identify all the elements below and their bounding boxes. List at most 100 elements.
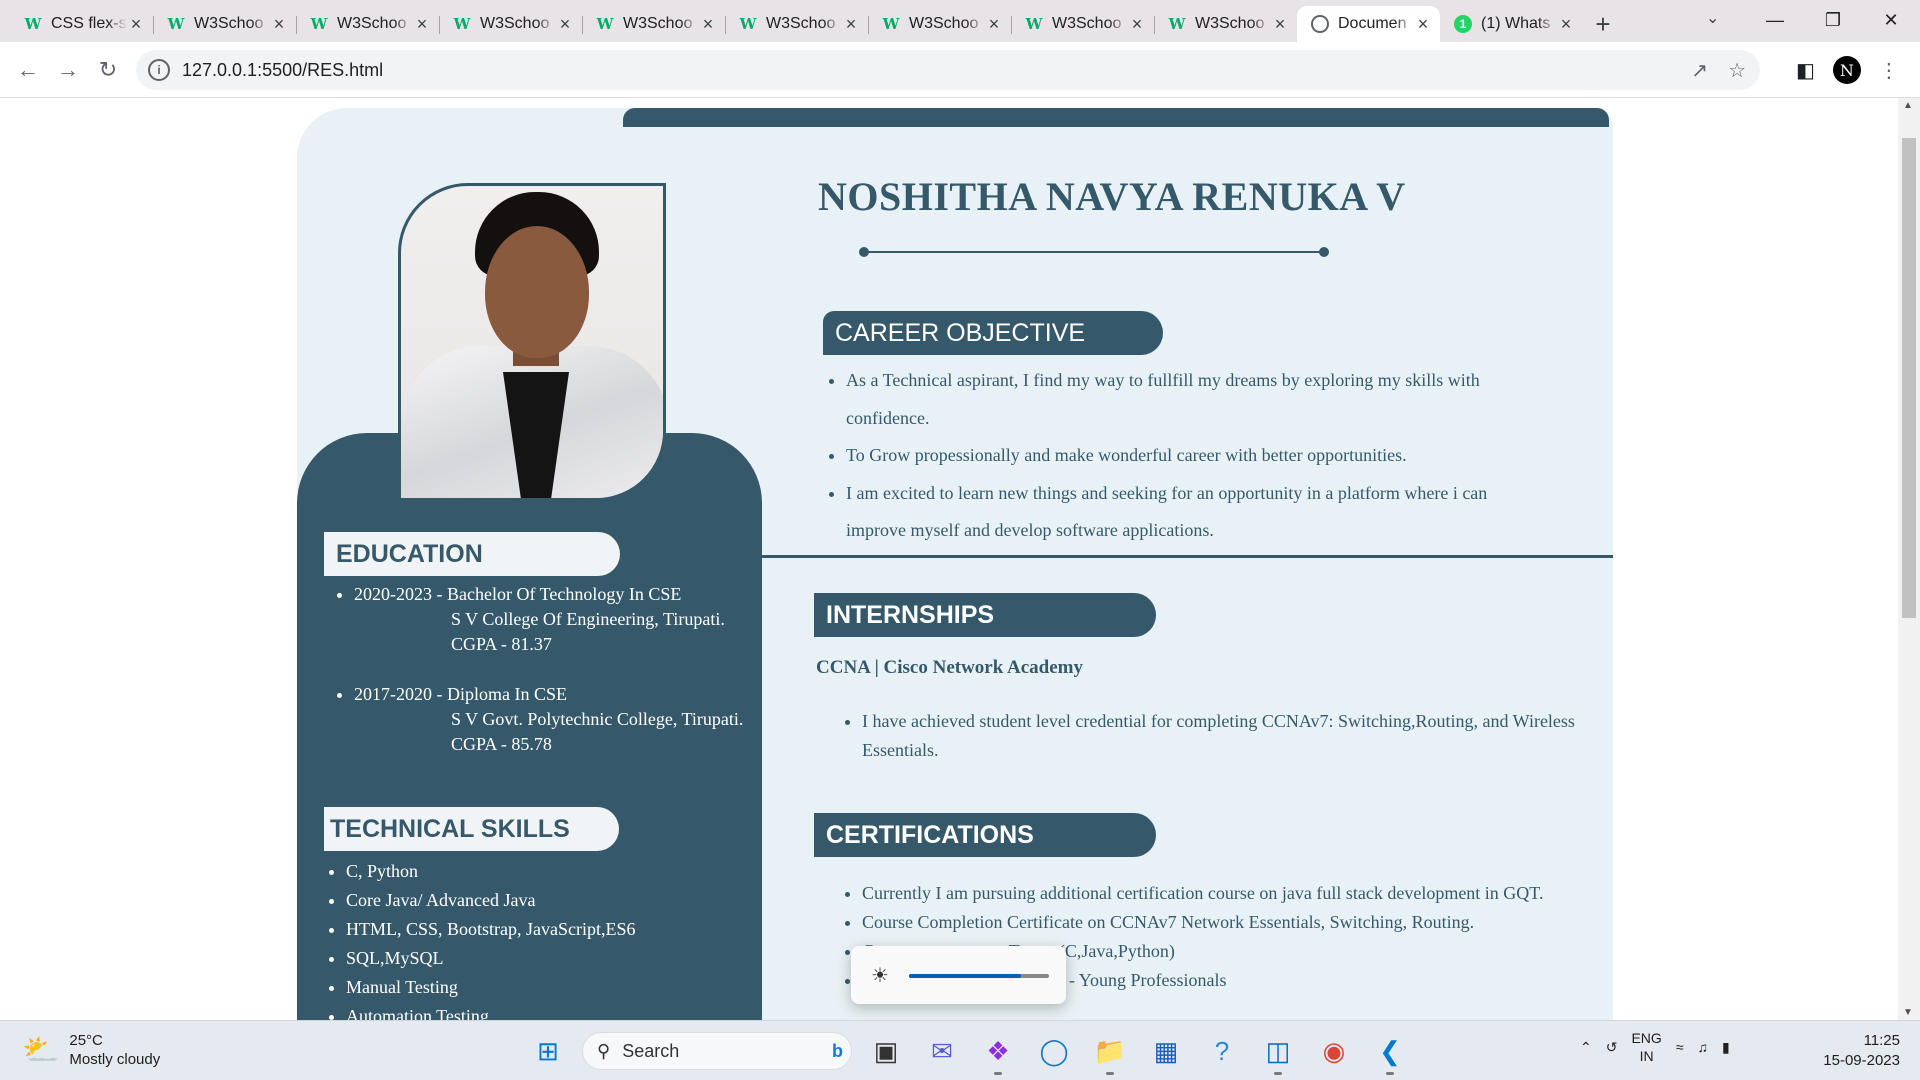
tab-title: W3Schoo (1052, 15, 1122, 32)
sync-icon[interactable]: ↺ (1606, 1039, 1618, 1056)
share-icon[interactable]: ↗ (1691, 58, 1708, 83)
close-tab-icon[interactable]: × (699, 14, 717, 35)
close-tab-icon[interactable]: × (1414, 14, 1432, 35)
browser-tab[interactable]: W W3Schoo × (725, 6, 868, 42)
career-objective-list: As a Technical aspirant, I find my way t… (824, 362, 1544, 550)
close-tab-icon[interactable]: × (270, 14, 288, 35)
partly-cloudy-icon: ⛅ (22, 1033, 60, 1067)
chrome-icon[interactable]: ◉ (1312, 1029, 1356, 1073)
close-tab-icon[interactable]: × (413, 14, 431, 35)
browser-tab[interactable]: W W3Schoo × (153, 6, 296, 42)
close-tab-icon[interactable]: × (1128, 14, 1146, 35)
minimize-button[interactable]: — (1746, 10, 1804, 31)
resume-top-bar (623, 108, 1609, 127)
tab-title: CSS flex-s (51, 15, 127, 32)
url-text[interactable]: 127.0.0.1:5500/RES.html (182, 60, 383, 81)
profile-avatar[interactable]: N (1832, 56, 1861, 84)
tab-title: W3Schoo (766, 15, 836, 32)
taskbar-search[interactable]: ⚲ Search b (582, 1032, 852, 1070)
tab-search-icon[interactable]: ⌄ (1706, 8, 1719, 28)
list-item: Manual Testing (346, 973, 724, 1002)
task-view-icon[interactable]: ▣ (864, 1029, 908, 1073)
weather-widget[interactable]: ⛅ 25°C Mostly cloudy (22, 1031, 160, 1069)
microsoft-store-icon[interactable]: ▦ (1144, 1029, 1188, 1073)
w3schools-icon: W (739, 15, 757, 33)
list-item: Automation Testing (346, 1002, 724, 1020)
list-item: 2020-2023 - Bachelor Of Technology In CS… (354, 582, 764, 657)
internships-heading: INTERNSHIPS (814, 593, 1156, 637)
tab-title: W3Schoo (623, 15, 693, 32)
volume-icon[interactable]: ♫ (1698, 1039, 1709, 1055)
weather-desc: Mostly cloudy (69, 1051, 161, 1068)
browser-tab[interactable]: W W3Schoo × (296, 6, 439, 42)
forward-icon[interactable]: → (48, 57, 88, 83)
file-explorer-icon[interactable]: 📁 (1088, 1029, 1132, 1075)
internship-title: CCNA | Cisco Network Academy (816, 657, 1083, 678)
vscode-icon[interactable]: ❮ (1368, 1029, 1412, 1075)
tab-title: W3Schoo (480, 15, 550, 32)
w3schools-icon: W (167, 15, 185, 33)
help-icon[interactable]: ? (1200, 1029, 1244, 1073)
vertical-scrollbar[interactable]: ▲ ▼ (1898, 98, 1920, 1020)
close-tab-icon[interactable]: × (127, 14, 145, 35)
chat-icon[interactable]: ✉ (920, 1029, 964, 1073)
w3schools-icon: W (1025, 15, 1043, 33)
browser-tab[interactable]: Documen × (1297, 6, 1440, 42)
browser-tab[interactable]: W W3Schoo × (439, 6, 582, 42)
start-windows-icon[interactable]: ⊞ (526, 1029, 570, 1073)
tab-title: Documen (1338, 15, 1407, 32)
page-viewport: NOSHITHA NAVYA RENUKA V CAREER OBJECTIVE… (0, 98, 1898, 1020)
close-tab-icon[interactable]: × (842, 14, 860, 35)
close-tab-icon[interactable]: × (985, 14, 1003, 35)
close-tab-icon[interactable]: × (1271, 14, 1289, 35)
site-info-icon[interactable]: i (148, 59, 170, 81)
canva-icon[interactable]: ❖ (976, 1029, 1020, 1075)
w3schools-icon: W (596, 15, 614, 33)
scroll-down-icon[interactable]: ▼ (1903, 1007, 1913, 1018)
browser-tab[interactable]: 1 (1) Whats × (1440, 6, 1583, 42)
browser-tab[interactable]: W W3Schoo × (1011, 6, 1154, 42)
search-icon: ⚲ (597, 1040, 611, 1061)
bookmark-star-icon[interactable]: ☆ (1728, 58, 1746, 83)
restore-button[interactable]: ❐ (1804, 10, 1862, 31)
clock[interactable]: 11:25 15-09-2023 (1800, 1031, 1900, 1071)
whatsapp-icon: 1 (1454, 15, 1472, 33)
list-item: C, Python (346, 857, 724, 886)
internships-list: I have achieved student level credential… (840, 707, 1580, 765)
edge-icon[interactable]: ◯ (1032, 1029, 1076, 1073)
weather-temp: 25°C (69, 1032, 103, 1049)
list-item: 2017-2020 - Diploma In CSE S V Govt. Pol… (354, 682, 764, 757)
resume-card: NOSHITHA NAVYA RENUKA V CAREER OBJECTIVE… (297, 108, 1613, 1020)
browser-tab[interactable]: W W3Schoo × (1154, 6, 1297, 42)
remote-desktop-icon[interactable]: ◫ (1256, 1029, 1300, 1075)
language-indicator[interactable]: ENG IN (1631, 1029, 1661, 1065)
reload-icon[interactable]: ↻ (88, 57, 128, 83)
browser-toolbar: ← → ↻ i 127.0.0.1:5500/RES.html ↗ ☆ ◧ N … (0, 42, 1920, 98)
new-tab-button[interactable]: + (1583, 6, 1623, 42)
browser-tab[interactable]: W W3Schoo × (868, 6, 1011, 42)
scroll-up-icon[interactable]: ▲ (1903, 100, 1913, 111)
education-list: 2020-2023 - Bachelor Of Technology In CS… (324, 582, 764, 782)
tab-title: W3Schoo (1195, 15, 1265, 32)
globe-icon (1311, 15, 1329, 33)
close-window-button[interactable]: ✕ (1862, 10, 1920, 31)
back-icon[interactable]: ← (8, 57, 48, 83)
close-tab-icon[interactable]: × (1557, 14, 1575, 35)
menu-dots-icon[interactable]: ⋮ (1879, 58, 1899, 83)
wifi-icon[interactable]: ≈ (1676, 1039, 1684, 1055)
technical-skills-heading: TECHNICAL SKILLS (324, 807, 619, 851)
battery-icon[interactable]: ▮ (1722, 1039, 1730, 1056)
chevron-up-icon[interactable]: ⌃ (1580, 1039, 1592, 1056)
system-tray: ⌃ ↺ ENG IN ≈ ♫ ▮ (1580, 1029, 1730, 1065)
list-item: I have achieved student level credential… (862, 707, 1580, 765)
w3schools-icon: W (24, 15, 42, 33)
close-tab-icon[interactable]: × (556, 14, 574, 35)
browser-tab[interactable]: W CSS flex-s × (10, 6, 153, 42)
tab-strip: W CSS flex-s × W W3Schoo × W W3Schoo × W W3Schoo × W… (0, 0, 1920, 42)
browser-tab[interactable]: W W3Schoo × (582, 6, 725, 42)
side-panel-icon[interactable]: ◧ (1796, 58, 1815, 83)
scrollbar-thumb[interactable] (1902, 138, 1916, 618)
address-bar[interactable]: i 127.0.0.1:5500/RES.html ↗ ☆ (136, 50, 1760, 90)
brightness-slider[interactable] (909, 974, 1049, 978)
list-item: Currently I am pursuing additional certi… (862, 879, 1620, 908)
